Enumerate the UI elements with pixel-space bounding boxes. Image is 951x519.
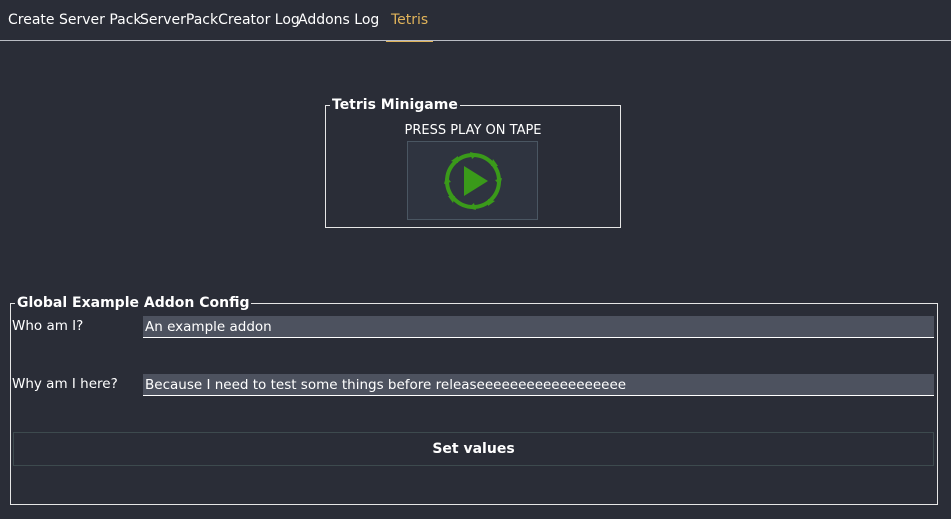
tetris-minigame-group: Tetris Minigame PRESS PLAY ON TAPE — [325, 96, 621, 228]
addon-config-group: Global Example Addon Config Who am I? An… — [10, 294, 938, 505]
tab-serverpackcreator-log[interactable]: ServerPackCreator Log — [140, 0, 300, 41]
who-am-i-input[interactable]: An example addon — [143, 316, 934, 338]
tab-tetris[interactable]: Tetris — [385, 0, 434, 42]
why-am-i-here-input[interactable]: Because I need to test some things befor… — [143, 374, 934, 396]
tab-bar: Create Server Pack ServerPackCreator Log… — [0, 0, 951, 42]
tetris-prompt: PRESS PLAY ON TAPE — [404, 123, 542, 138]
set-values-button[interactable]: Set values — [13, 432, 934, 466]
who-am-i-label: Who am I? — [12, 318, 84, 334]
tetris-group-title: Tetris Minigame — [330, 96, 460, 114]
app-window: Create Server Pack ServerPackCreator Log… — [0, 0, 951, 519]
play-button[interactable] — [407, 141, 538, 220]
addon-config-group-title: Global Example Addon Config — [15, 294, 252, 312]
tab-addons-log[interactable]: Addons Log — [298, 0, 379, 41]
tab-create-server-pack[interactable]: Create Server Pack — [8, 0, 142, 41]
play-circle-icon — [443, 151, 502, 210]
why-am-i-here-label: Why am I here? — [12, 376, 118, 392]
